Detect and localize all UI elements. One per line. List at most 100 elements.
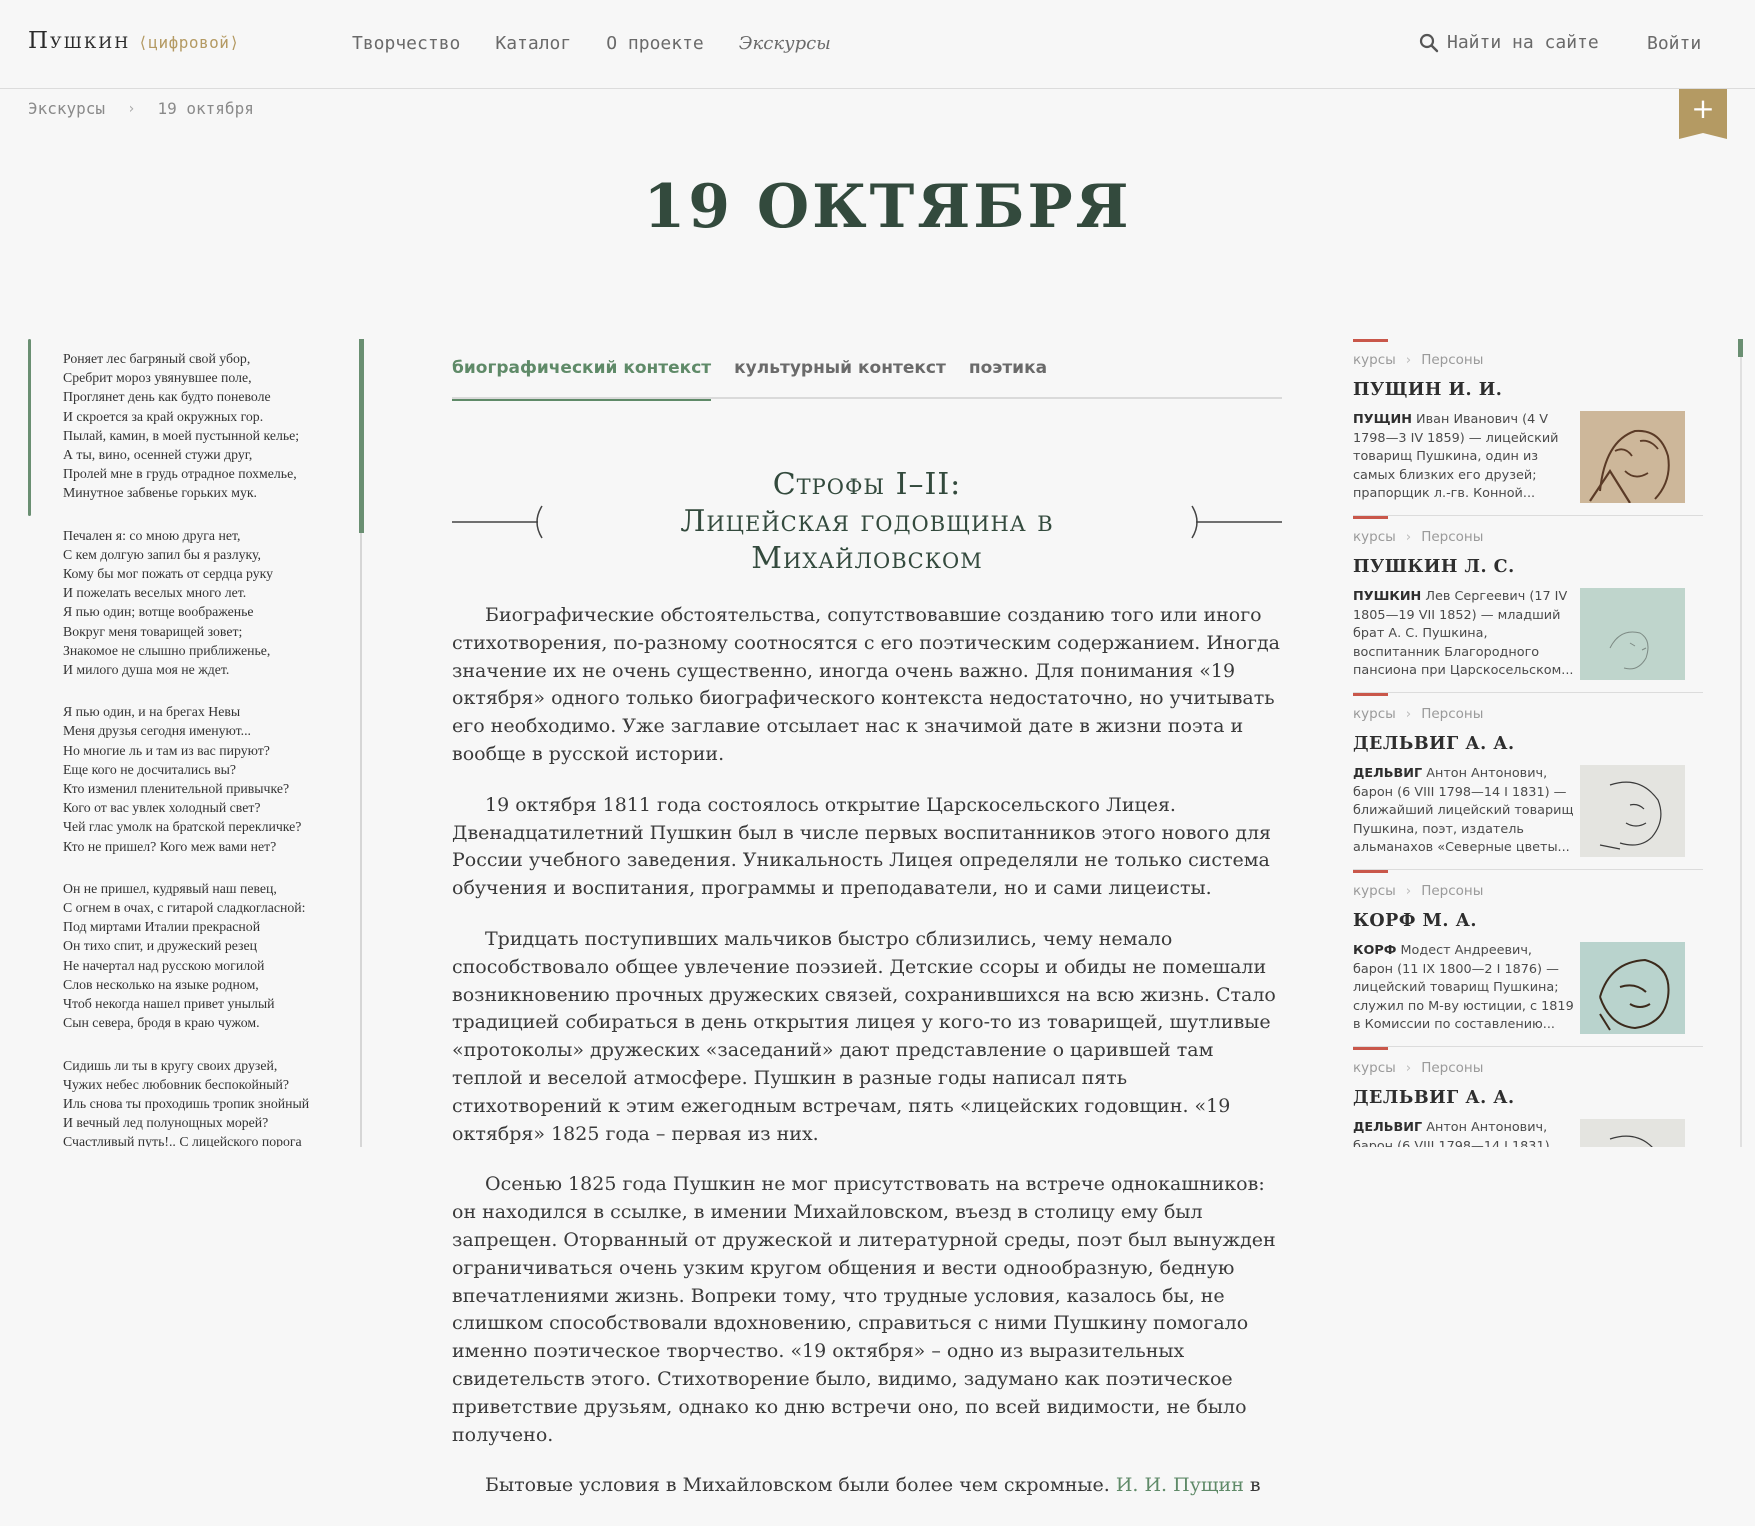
paragraph-text: Бытовые условия в Михайловском были боле… [485,1474,1116,1497]
tab-cultural[interactable]: культурный контекст [734,355,946,397]
card-crumb[interactable]: Персоны [1421,706,1483,722]
card-crumb[interactable]: курсы [1353,706,1396,722]
nav-item-about[interactable]: О проекте [606,33,704,54]
site-logo[interactable]: Пушкин ⟨цифровой⟩ [28,28,240,54]
poem-line: Роняет лес багряный свой убор, [63,351,251,366]
person-card[interactable]: курсы › Персоны ПУЩИН И. И. ПУЩИН Иван Ивано… [1353,339,1703,516]
breadcrumb-item-current: 19 октября [157,99,254,118]
chevron-right-icon: › [1405,883,1412,899]
poem-line: Но многие ль и там из вас пируют? [63,742,270,758]
card-crumb[interactable]: курсы [1353,529,1396,545]
card-crumb[interactable]: курсы [1353,883,1396,899]
poem-line: Сын севера, бродя в краю чужом. [63,1015,260,1031]
nav-item-works[interactable]: Творчество [352,33,460,54]
poem-line: Чей глас умолк на братской перекличке? [63,819,302,835]
poem-line: Чтоб некогда нашел привет унылый [63,996,275,1012]
person-portrait[interactable] [1580,942,1685,1034]
poem-stanza: Сидишь ли ты в кругу своих друзей, Чужих … [63,1056,364,1148]
card-breadcrumb: курсы › Персоны [1353,529,1483,545]
card-crumb[interactable]: курсы [1353,1060,1396,1076]
person-name[interactable]: ДЕЛЬВИГ А. А. [1353,1088,1515,1108]
person-surname: ПУШКИН [1353,589,1422,604]
poem-line: Слов несколько на языке родном, [63,976,259,992]
person-card[interactable]: курсы › Персоны ДЕЛЬВИГ А. А. ДЕЛЬВИГ Антон … [1353,1047,1703,1147]
chevron-right-icon: › [1405,1060,1412,1076]
stanza-highlight-bar [28,339,31,516]
person-description: ДЕЛЬВИГ Антон Антонович, барон (6 VIII 1… [1353,765,1575,861]
chevron-right-icon: › [1405,706,1412,722]
search-button[interactable]: Найти на сайте [1419,32,1599,53]
article-paragraph: Тридцать поступивших мальчиков быстро сб… [452,927,1276,1145]
bookmark-add-button[interactable]: + [1679,89,1727,139]
person-description: ДЕЛЬВИГ Антон Антонович, барон (6 VIII 1… [1353,1119,1575,1147]
card-accent-bar [1353,693,1388,696]
card-accent-bar [1353,1047,1388,1050]
card-crumb[interactable]: курсы [1353,352,1396,368]
poem-line: Сребрит мороз увянувшее поле, [63,370,252,386]
logo-subtitle: ⟨цифровой⟩ [138,33,240,52]
breadcrumb: Экскурсы › 19 октября [28,99,254,118]
poem-line: Не начертал над русскою могилой [63,957,265,973]
poem-line: Кого от вас увлек холодный свет? [63,800,261,816]
article-body: Биографические обстоятельства, сопутство… [452,602,1282,1523]
search-label: Найти на сайте [1447,32,1599,53]
card-breadcrumb: курсы › Персоны [1353,706,1483,722]
poem-line: И пожелать веселых много лет. [63,585,247,601]
card-breadcrumb: курсы › Персоны [1353,883,1483,899]
tab-poetics[interactable]: поэтика [969,355,1047,397]
persons-scrollbar-thumb[interactable] [1738,339,1743,357]
person-surname: ДЕЛЬВИГ [1353,1120,1423,1135]
persons-panel: курсы › Персоны ПУЩИН И. И. ПУЩИН Иван Ивано… [1353,339,1703,1147]
breadcrumb-separator-icon: › [127,100,136,117]
person-name[interactable]: ПУШКИН Л. С. [1353,557,1515,577]
poem-stanza: Роняет лес багряный свой убор, Сребрит мо… [63,339,364,503]
page-title: 19 ОКТЯБРЯ [643,172,1132,242]
person-name[interactable]: ДЕЛЬВИГ А. А. [1353,734,1515,754]
poem-line: Кому бы мог пожать от сердца руку [63,566,274,582]
article-paragraph: Бытовые условия в Михайловском были боле… [452,1472,1282,1500]
poem-line: Чужих небес любовник беспокойный? [63,1076,290,1092]
poem-line: Иль снова ты проходишь тропик знойный [63,1095,310,1111]
article-paragraph: 19 октября 1811 года состоялось открытие… [452,793,1272,900]
poem-line: Под миртами Италии прекрасной [63,919,261,935]
poem-line: Пылай, камин, в моей пустынной келье; [63,427,300,443]
poem-line: Счастливый путь!.. С лицейского порога [63,1134,302,1147]
card-crumb[interactable]: Персоны [1421,529,1483,545]
poem-line: И вечный лед полунощных морей? [63,1115,269,1131]
person-card[interactable]: курсы › Персоны КОРФ М. А. КОРФ Модест Андре… [1353,870,1703,1047]
person-portrait[interactable] [1580,765,1685,857]
person-surname: КОРФ [1353,943,1397,958]
person-name[interactable]: КОРФ М. А. [1353,911,1477,931]
breadcrumb-item-excursions[interactable]: Экскурсы [28,99,105,118]
nav-item-catalog[interactable]: Каталог [495,33,571,54]
nav-item-excursions[interactable]: Экскурсы [739,33,831,54]
person-card[interactable]: курсы › Персоны ДЕЛЬВИГ А. А. ДЕЛЬВИГ Антон … [1353,693,1703,870]
poem-stanza: Печален я: со мною друга нет, С кем долгу… [63,526,364,680]
person-portrait[interactable] [1580,411,1685,503]
person-name[interactable]: ПУЩИН И. И. [1353,380,1502,400]
login-link[interactable]: Войти [1647,33,1701,54]
card-crumb[interactable]: Персоны [1421,1060,1483,1076]
person-portrait[interactable] [1580,588,1685,680]
poem-text-panel[interactable]: Роняет лес багряный свой убор, Сребрит мо… [28,339,364,1147]
person-link-pushchin[interactable]: И. И. Пущин [1116,1474,1244,1496]
chevron-right-icon: › [1405,352,1412,368]
tab-biographical[interactable]: биографический контекст [452,355,712,401]
search-icon [1419,33,1439,52]
person-surname: ПУЩИН [1353,412,1412,427]
section-title-line: Строфы I–II: [772,467,962,502]
poem-line: Сидишь ли ты в кругу своих друзей, [63,1057,278,1073]
poem-line: С кем долгую запил бы я разлуку, [63,546,262,562]
person-card[interactable]: курсы › Персоны ПУШКИН Л. С. ПУШКИН Лев Серг… [1353,516,1703,693]
persons-scrollbar-track[interactable] [1738,339,1743,1147]
poem-line: С огнем в очах, с гитарой сладкогласной: [63,900,306,916]
poem-scrollbar-thumb[interactable] [359,339,364,533]
poem-line: Знакомое не слышно приближенье, [63,642,271,658]
person-portrait[interactable] [1580,1119,1685,1147]
context-tabs: биографический контекст культурный конте… [452,355,1282,401]
poem-line: Кто изменил пленительной привычке? [63,781,290,797]
section-title: Строфы I–II: Лицейская годовщина в Михай… [552,466,1182,577]
card-crumb[interactable]: Персоны [1421,352,1483,368]
card-crumb[interactable]: Персоны [1421,883,1483,899]
poem-line: Меня друзья сегодня именуют... [63,723,251,739]
